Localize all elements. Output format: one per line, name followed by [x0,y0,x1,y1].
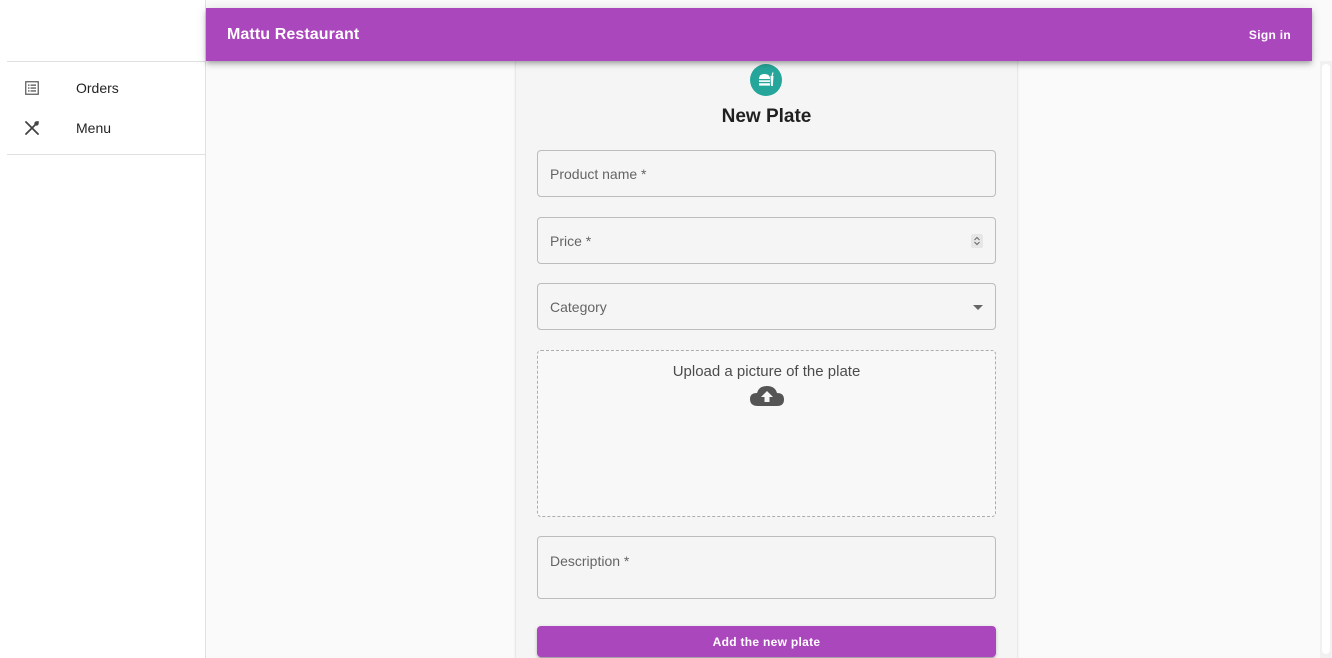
utensils-icon [23,119,41,137]
app-bar: Mattu Restaurant Sign in [206,8,1312,61]
category-select[interactable]: Category [537,283,996,330]
price-field[interactable] [537,217,996,264]
app-title: Mattu Restaurant [227,25,360,43]
price-stepper[interactable] [971,233,983,248]
product-name-input[interactable] [550,165,983,182]
sidebar-item-orders[interactable]: Orders [7,68,205,108]
new-plate-form: New Plate Category Upload a picture of t… [516,40,1017,658]
description-input[interactable] [550,553,983,569]
image-dropzone[interactable]: Upload a picture of the plate [537,350,996,517]
sidebar-header [7,0,205,62]
sidebar: Orders Menu [0,0,206,658]
sidebar-item-label: Orders [76,80,119,96]
cloud-upload-icon [538,384,995,408]
list-alt-icon [23,79,41,97]
sidebar-item-menu[interactable]: Menu [7,108,205,148]
description-field[interactable] [537,536,996,599]
sidebar-menu: Orders Menu [7,62,205,155]
form-title: New Plate [721,106,812,127]
product-name-field[interactable] [537,150,996,197]
add-plate-button[interactable]: Add the new plate [537,626,996,657]
scrollbar-thumb[interactable] [1322,64,1330,654]
sign-in-button[interactable]: Sign in [1249,28,1291,42]
price-input[interactable] [550,232,971,249]
fastfood-icon [750,64,782,96]
sidebar-item-label: Menu [76,120,112,136]
category-label: Category [550,298,607,315]
dropzone-text: Upload a picture of the plate [672,363,861,380]
caret-down-icon [973,298,983,316]
